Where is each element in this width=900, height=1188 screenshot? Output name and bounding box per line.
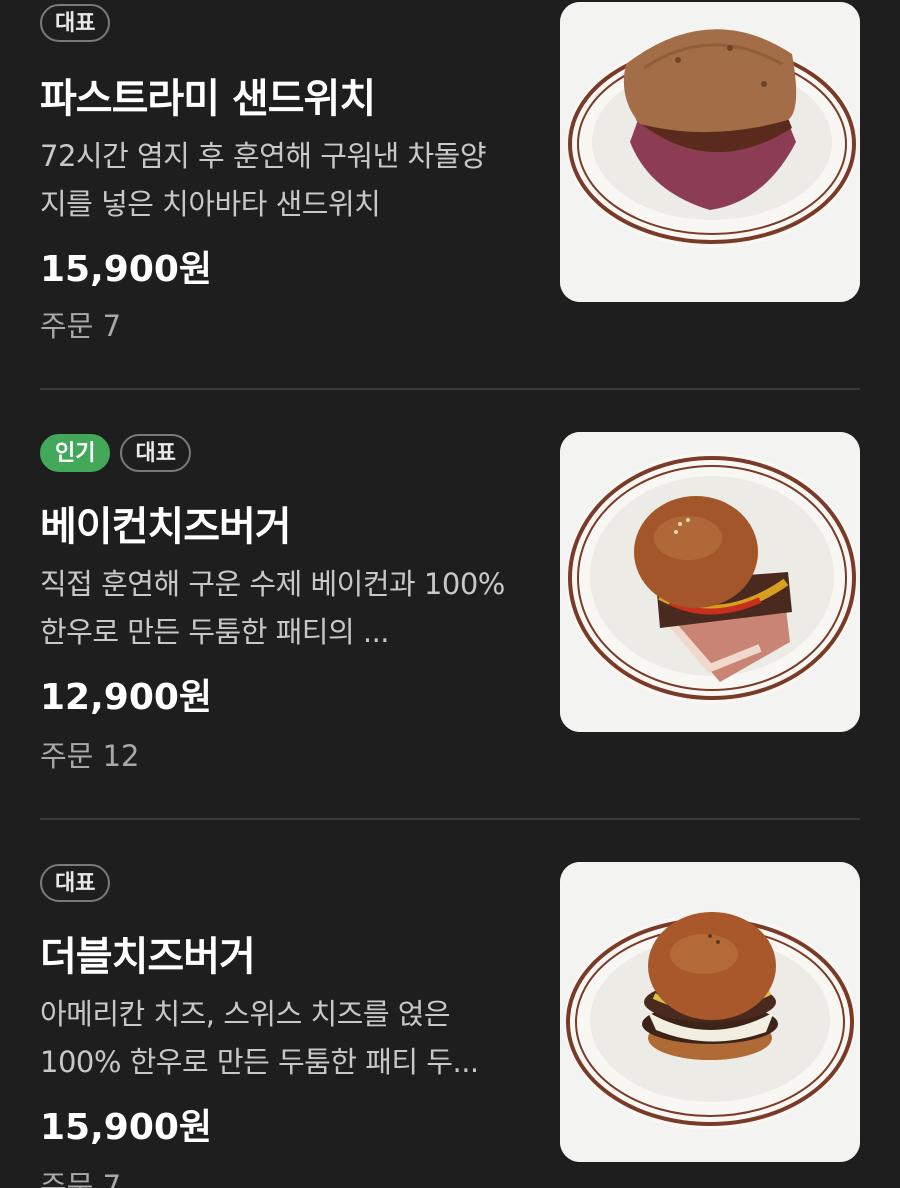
visible-list: 대표 파스트라미 샌드위치 72시간 염지 후 훈연해 구워낸 차돌양지를 넣은… <box>0 0 900 1188</box>
menu-item-name: 베이컨치즈버거 <box>40 504 292 550</box>
burger-plate-icon <box>560 862 860 1162</box>
menu-item-order-count: 주문 7 <box>40 309 122 343</box>
menu-item-pastrami-sandwich[interactable]: 대표 파스트라미 샌드위치 72시간 염지 후 훈연해 구워낸 차돌양지를 넣은… <box>0 0 900 390</box>
badge-group: 인기 대표 <box>40 434 191 472</box>
menu-item-description: 직접 훈연해 구운 수제 베이컨과 100% 한우로 만든 두툼한 패티의 ..… <box>40 567 505 649</box>
pastrami-sandwich-photo[interactable] <box>560 2 860 302</box>
menu-item-price: 12,900원 <box>40 677 213 718</box>
badge-group: 대표 <box>40 864 111 902</box>
sandwich-plate-icon <box>560 2 860 302</box>
signature-badge: 대표 <box>40 4 111 42</box>
menu-item-double-cheeseburger[interactable]: 대표 더블치즈버거 아메리칸 치즈, 스위스 치즈를 얹은 100% 한우로 만… <box>0 820 900 1188</box>
menu-item-description: 아메리칸 치즈, 스위스 치즈를 얹은 100% 한우로 만든 두툼한 패티 두… <box>40 997 479 1079</box>
badge-group: 대표 <box>40 4 111 42</box>
menu-item-price: 15,900원 <box>40 249 213 290</box>
bacon-cheeseburger-photo[interactable] <box>560 432 860 732</box>
menu-item-order-count: 주문 7 <box>40 1169 122 1188</box>
menu-item-bacon-cheeseburger[interactable]: 인기 대표 베이컨치즈버거 직접 훈연해 구운 수제 베이컨과 100% 한우로… <box>0 390 900 820</box>
popular-badge: 인기 <box>40 434 111 472</box>
signature-badge: 대표 <box>120 434 191 472</box>
double-cheeseburger-photo[interactable] <box>560 862 860 1162</box>
menu-item-order-count: 주문 12 <box>40 739 140 773</box>
menu-item-name: 파스트라미 샌드위치 <box>40 76 376 122</box>
menu-item-name: 더블치즈버거 <box>40 934 256 980</box>
signature-badge: 대표 <box>40 864 111 902</box>
menu-item-price: 15,900원 <box>40 1107 213 1148</box>
burger-plate-icon <box>560 432 860 732</box>
menu-item-description: 72시간 염지 후 훈연해 구워낸 차돌양지를 넣은 치아바타 샌드위치 <box>40 139 487 221</box>
